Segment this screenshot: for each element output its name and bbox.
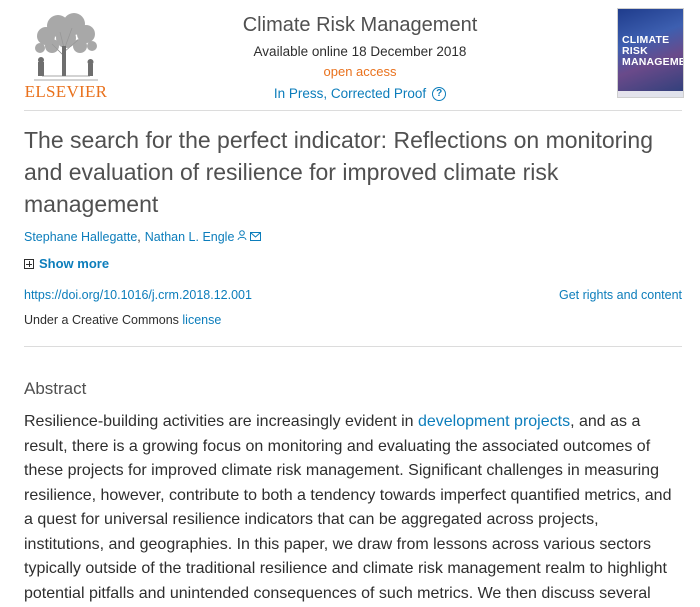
development-projects-link[interactable]: development projects xyxy=(418,413,570,430)
journal-title-link[interactable]: Climate Risk Management xyxy=(200,12,520,38)
license-link[interactable]: license xyxy=(182,313,221,327)
show-more-label: Show more xyxy=(39,256,110,271)
author-link[interactable]: Nathan L. Engle xyxy=(145,228,235,246)
elsevier-logo[interactable]: ELSEVIER xyxy=(24,6,108,101)
article-header: ELSEVIER Climate Risk Management Availab… xyxy=(0,0,700,110)
doi-link[interactable]: https://doi.org/10.1016/j.crm.2018.12.00… xyxy=(24,286,252,304)
plus-box-icon xyxy=(24,259,34,269)
show-more-button[interactable]: Show more xyxy=(24,255,109,273)
article-status[interactable]: In Press, Corrected Proof ? xyxy=(273,84,447,104)
mail-icon[interactable] xyxy=(250,228,262,246)
cover-footer-bar xyxy=(618,91,683,97)
abstract-text-start: Resilience-building activities are incre… xyxy=(24,413,418,430)
available-online-date: Available online 18 December 2018 xyxy=(253,44,467,59)
help-circle-icon[interactable]: ? xyxy=(432,87,447,101)
author-separator: , xyxy=(137,230,141,244)
person-icon[interactable] xyxy=(237,228,247,246)
section-divider xyxy=(24,346,682,347)
open-access-badge: open access xyxy=(323,64,397,79)
license-info: Under a Creative Commons license xyxy=(24,311,221,329)
article-title: The search for the perfect indicator: Re… xyxy=(24,127,653,217)
author-link[interactable]: Stephane Hallegatte xyxy=(24,228,137,246)
abstract-heading: Abstract xyxy=(24,379,87,398)
author-list: Stephane Hallegatte , Nathan L. Engle xyxy=(24,228,262,246)
abstract-text-rest: , and as a result, there is a growing fo… xyxy=(24,413,672,602)
header-divider xyxy=(24,110,682,111)
elsevier-wordmark: ELSEVIER xyxy=(24,82,108,101)
status-label: In Press, Corrected Proof xyxy=(273,86,427,101)
journal-cover-image[interactable]: CLIMATE RISK MANAGEMENT xyxy=(617,8,684,98)
cover-title: CLIMATE RISK MANAGEMENT xyxy=(622,34,683,68)
rights-link[interactable]: Get rights and content xyxy=(559,286,682,304)
journal-info: Climate Risk Management Available online… xyxy=(200,12,520,104)
abstract-text: Resilience-building activities are incre… xyxy=(24,410,680,606)
elsevier-tree-logo xyxy=(34,13,98,81)
license-prefix: Under a Creative Commons xyxy=(24,313,179,327)
